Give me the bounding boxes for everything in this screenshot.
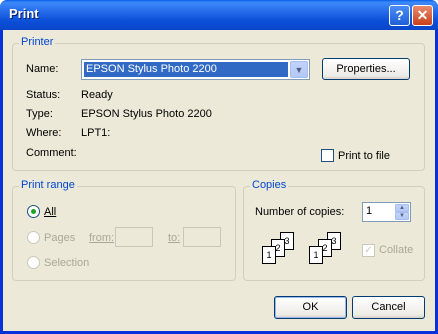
print-to-file-label[interactable]: Print to file	[338, 150, 390, 162]
page-icon: 1	[262, 246, 276, 264]
pages-label[interactable]: Pages	[44, 232, 75, 244]
chevron-down-icon[interactable]: ▼	[290, 61, 308, 78]
comment-label: Comment:	[26, 147, 77, 159]
pages-radio[interactable]	[27, 231, 40, 244]
arrow-up-icon[interactable]: ▲	[395, 204, 409, 212]
print-to-file-checkbox[interactable]	[321, 149, 334, 162]
status-value: Ready	[81, 89, 113, 101]
cancel-button-label: Cancel	[371, 301, 406, 313]
to-field[interactable]	[183, 227, 221, 247]
where-label: Where:	[26, 127, 62, 139]
collate-checkbox[interactable]: ✓	[362, 244, 375, 257]
print-range-group-label: Print range	[19, 179, 77, 191]
to-label: to:	[168, 232, 181, 244]
properties-button[interactable]: Properties...	[322, 58, 410, 80]
where-value: LPT1:	[81, 127, 111, 139]
page-icon: 1	[309, 246, 323, 264]
number-of-copies-label: Number of copies:	[255, 206, 345, 218]
name-label: Name:	[26, 63, 59, 75]
close-button[interactable]: ✕	[412, 5, 433, 26]
copies-group-label: Copies	[250, 179, 289, 191]
window-title: Print	[9, 6, 39, 21]
selection-label[interactable]: Selection	[44, 257, 89, 269]
title-bar[interactable]: Print ? ✕	[0, 0, 438, 30]
collate-illustration-uncollated: 3 2 1	[258, 232, 302, 272]
from-field[interactable]	[115, 227, 153, 247]
selection-radio[interactable]	[27, 256, 40, 269]
close-icon: ✕	[416, 7, 429, 23]
help-button[interactable]: ?	[389, 5, 410, 26]
collate-illustration-collated: 3 2 1	[305, 232, 349, 272]
question-icon: ?	[395, 7, 404, 23]
from-label: from:	[89, 232, 115, 244]
copies-stepper[interactable]: 1 ▲ ▼	[362, 202, 411, 222]
all-label[interactable]: All	[44, 206, 56, 218]
properties-button-label: Properties...	[336, 63, 396, 75]
collate-label[interactable]: Collate	[379, 244, 413, 256]
dialog-body: Printer Name: EPSON Stylus Photo 2200 ▼ …	[3, 30, 435, 331]
ok-button[interactable]: OK	[274, 296, 347, 319]
printer-name-select[interactable]: EPSON Stylus Photo 2200 ▼	[81, 59, 310, 80]
type-label: Type:	[26, 108, 53, 120]
copies-value[interactable]: 1	[366, 205, 372, 217]
type-value: EPSON Stylus Photo 2200	[81, 108, 212, 120]
print-dialog: Print ? ✕ Printer Name: EPSON Stylus Pho…	[0, 0, 438, 334]
cancel-button[interactable]: Cancel	[352, 296, 425, 319]
status-label: Status:	[26, 89, 61, 101]
all-radio[interactable]	[27, 205, 40, 218]
arrow-down-icon[interactable]: ▼	[395, 212, 409, 220]
printer-group-label: Printer	[19, 36, 56, 48]
ok-button-label: OK	[302, 301, 319, 313]
printer-name-value: EPSON Stylus Photo 2200	[84, 62, 288, 77]
